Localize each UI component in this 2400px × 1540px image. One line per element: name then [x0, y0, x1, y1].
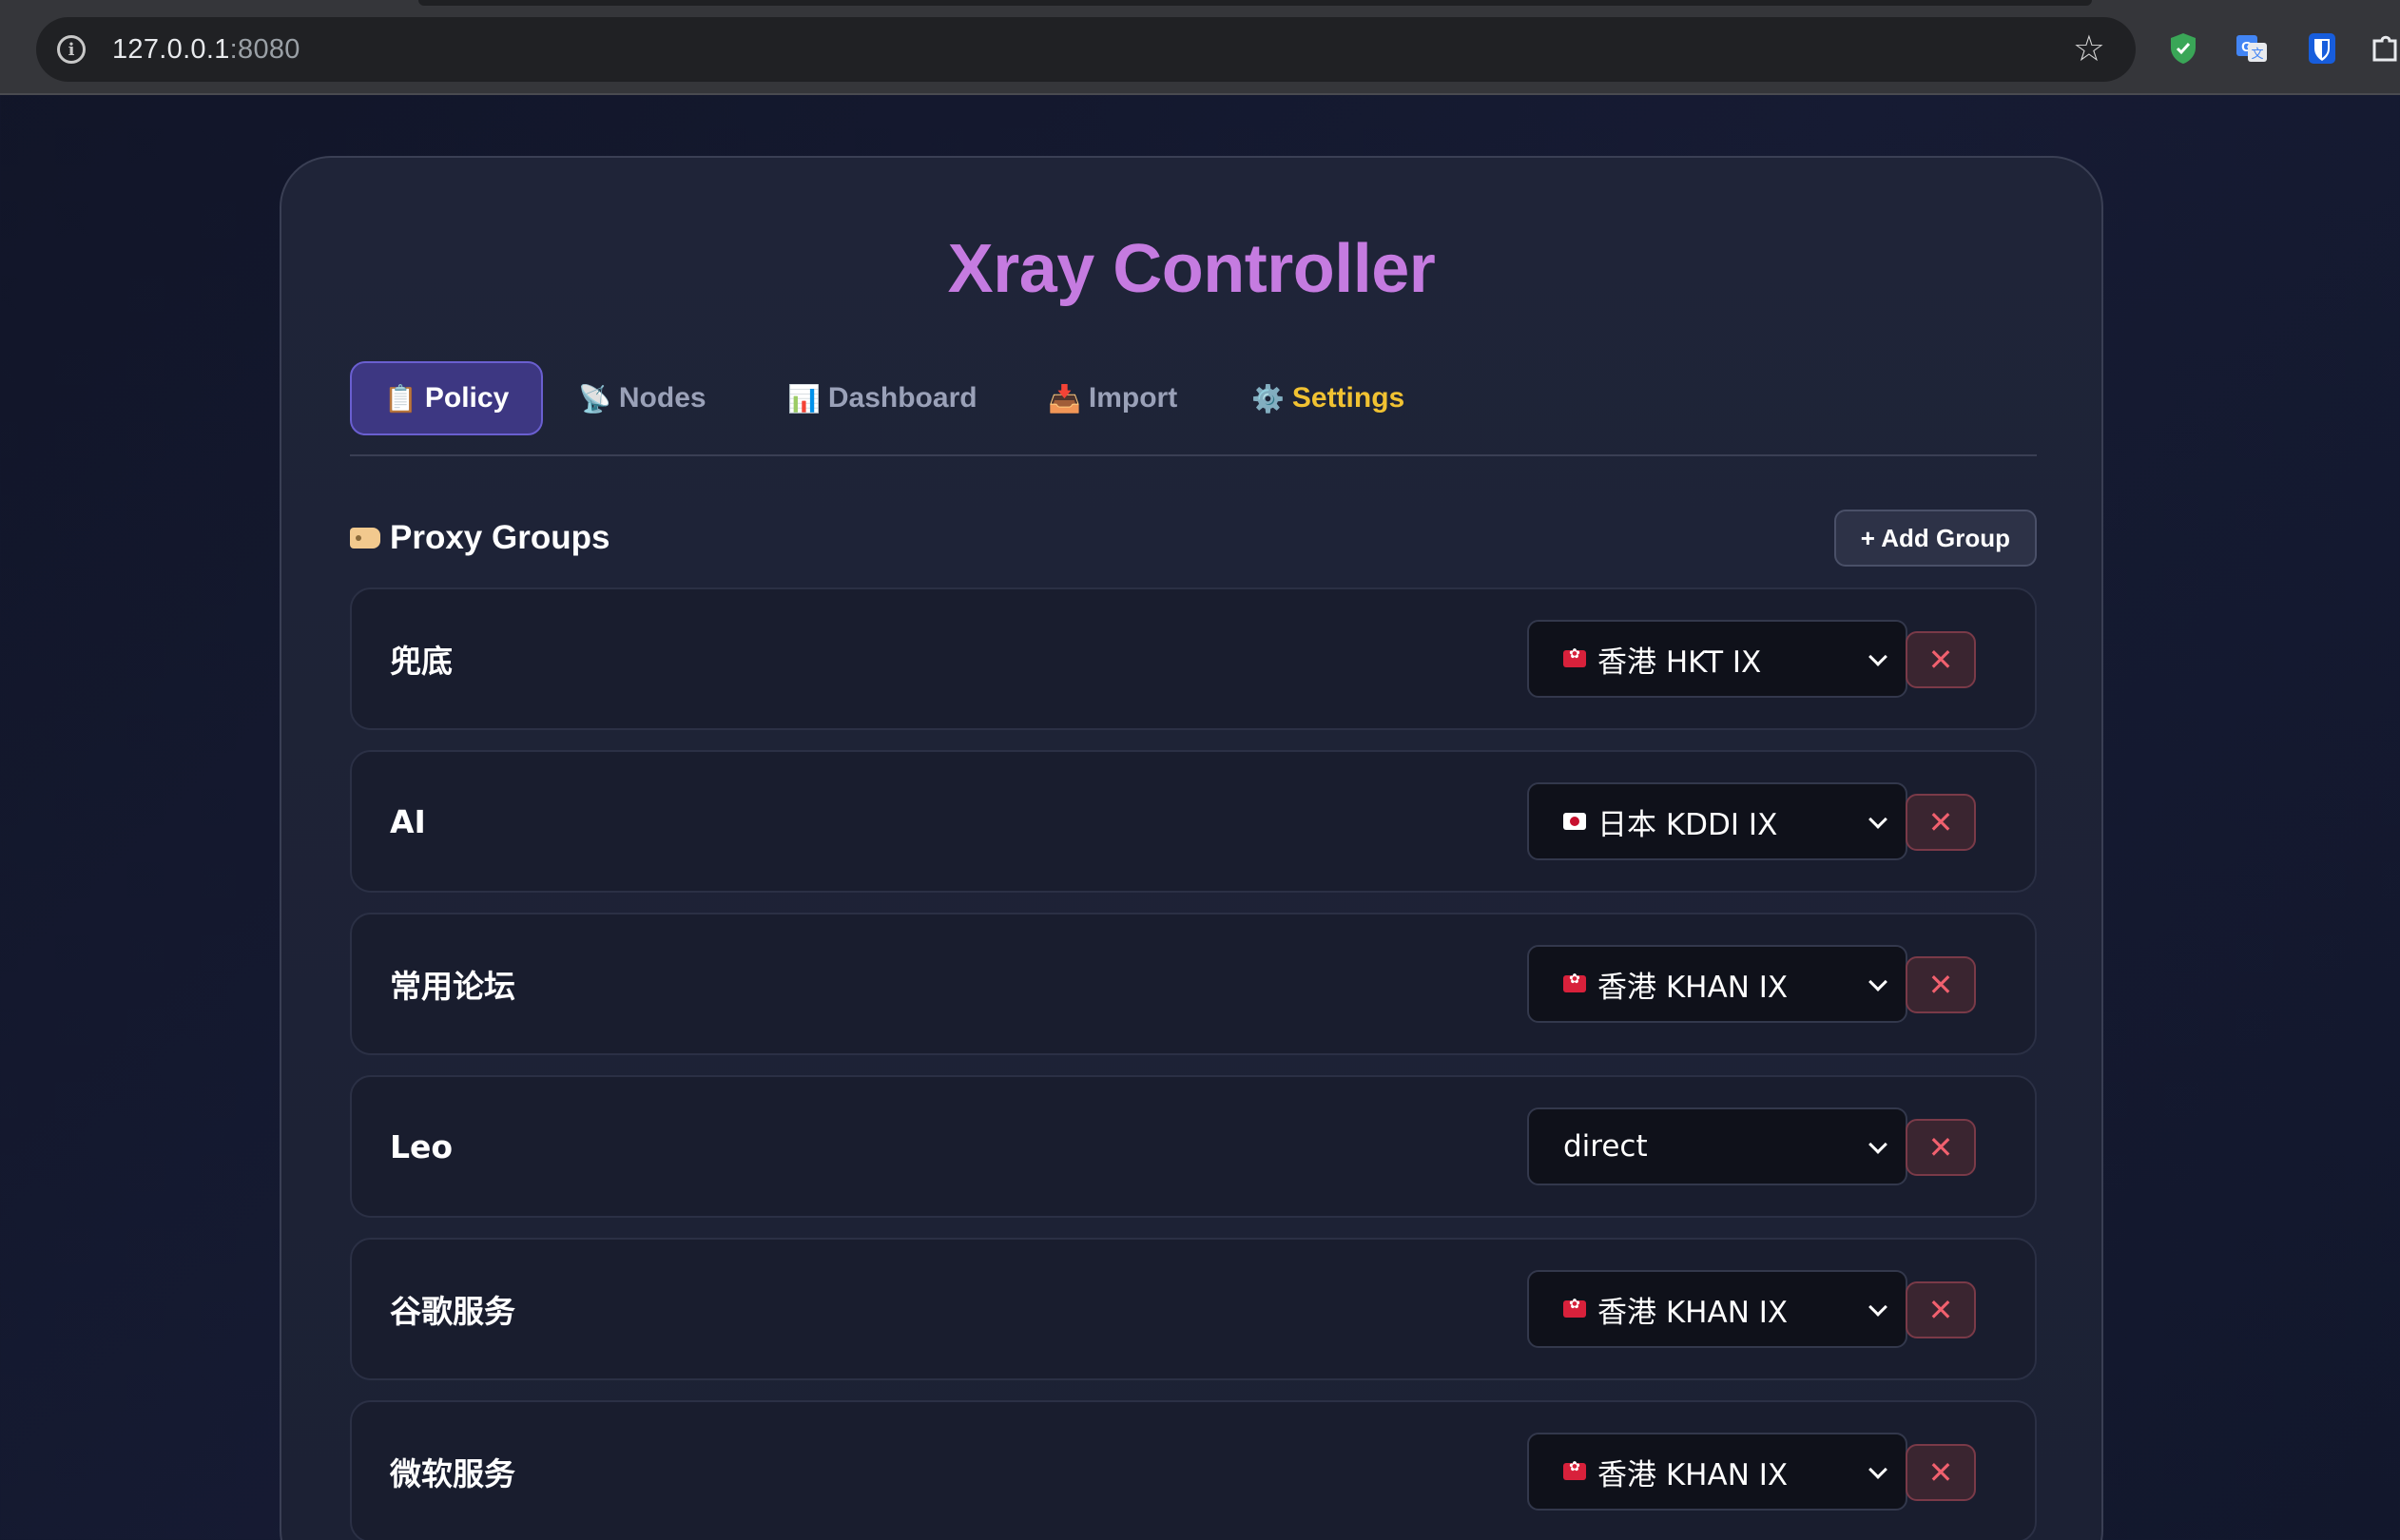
- section-title: Proxy Groups: [350, 510, 610, 567]
- chevron-down-icon: [1868, 1460, 1887, 1479]
- selected-option: 日本 KDDI IX: [1597, 807, 1778, 842]
- section-title-text: Proxy Groups: [390, 519, 610, 556]
- group-row: 兜底 香港 HKT IX ✕: [350, 587, 2037, 730]
- group-name: 兜底: [390, 643, 453, 680]
- delete-group-button[interactable]: ✕: [1906, 631, 1976, 688]
- url-text[interactable]: 127.0.0.1:8080: [112, 34, 300, 66]
- proxy-groups-header: Proxy Groups + Add Group: [350, 510, 2037, 567]
- tab-bar: 📋 Policy 📡 Nodes 📊 Dashboard 📥 Import ⚙️…: [350, 361, 2037, 456]
- browser-toolbar: i 127.0.0.1:8080 ☆ G文: [0, 0, 2400, 95]
- delete-group-button[interactable]: ✕: [1906, 1444, 1976, 1501]
- selected-option: 香港 KHAN IX: [1597, 1295, 1789, 1330]
- bitwarden-icon[interactable]: [2305, 30, 2339, 67]
- bookmark-star-icon[interactable]: ☆: [2073, 30, 2105, 68]
- tab-label: Policy: [424, 382, 510, 414]
- chevron-down-icon: [1868, 810, 1887, 829]
- selected-option: 香港 KHAN IX: [1597, 970, 1789, 1005]
- selected-option: direct: [1563, 1129, 1648, 1164]
- label-tag-icon: [350, 528, 380, 549]
- clipboard-icon: 📋: [384, 383, 417, 414]
- group-name: 常用论坛: [390, 968, 515, 1005]
- url-port: :8080: [229, 33, 300, 65]
- group-outbound-select[interactable]: 香港 KHAN IX: [1527, 945, 1907, 1023]
- tab-label: Settings: [1291, 382, 1405, 414]
- group-outbound-select[interactable]: 香港 KHAN IX: [1527, 1270, 1907, 1348]
- chevron-down-icon: [1868, 1135, 1887, 1154]
- chevron-down-icon: [1868, 1298, 1887, 1317]
- selected-option: 香港 KHAN IX: [1597, 1457, 1789, 1492]
- hong-kong-flag-icon: [1563, 1297, 1586, 1318]
- svg-text:文: 文: [2251, 48, 2263, 62]
- delete-group-button[interactable]: ✕: [1906, 1119, 1976, 1176]
- tab-settings[interactable]: ⚙️ Settings: [1251, 361, 1404, 435]
- address-bar[interactable]: i 127.0.0.1:8080 ☆: [36, 17, 2136, 82]
- tab-policy[interactable]: 📋 Policy: [350, 361, 544, 435]
- group-outbound-select[interactable]: 日本 KDDI IX: [1527, 782, 1907, 860]
- tab-label: Dashboard: [827, 382, 977, 414]
- google-translate-icon[interactable]: G文: [2235, 30, 2269, 67]
- tab-label: Import: [1088, 382, 1178, 414]
- delete-group-button[interactable]: ✕: [1906, 956, 1976, 1013]
- tab-dashboard[interactable]: 📊 Dashboard: [787, 361, 977, 435]
- group-row: Leo direct ✕: [350, 1075, 2037, 1218]
- group-name: AI: [390, 802, 426, 840]
- chevron-down-icon: [1868, 647, 1887, 666]
- group-outbound-select[interactable]: 香港 KHAN IX: [1527, 1433, 1907, 1511]
- group-name: 微软服务: [390, 1455, 515, 1492]
- hong-kong-flag-icon: [1563, 1459, 1586, 1480]
- group-name: 谷歌服务: [390, 1293, 515, 1330]
- group-row: 微软服务 香港 KHAN IX ✕: [350, 1400, 2037, 1540]
- group-row: 常用论坛 香港 KHAN IX ✕: [350, 913, 2037, 1055]
- browser-tab-edge: [418, 0, 2092, 6]
- app-title: Xray Controller: [947, 231, 1436, 307]
- delete-group-button[interactable]: ✕: [1906, 1281, 1976, 1338]
- tab-import[interactable]: 📥 Import: [1048, 361, 1177, 435]
- group-row: AI 日本 KDDI IX ✕: [350, 750, 2037, 893]
- group-outbound-select[interactable]: direct: [1527, 1107, 1907, 1185]
- hong-kong-flag-icon: [1563, 972, 1586, 992]
- gear-icon: ⚙️: [1251, 383, 1285, 414]
- chevron-down-icon: [1868, 972, 1887, 991]
- inbox-tray-icon: 📥: [1048, 383, 1081, 414]
- group-name: Leo: [390, 1127, 454, 1165]
- japan-flag-icon: [1563, 813, 1586, 830]
- tab-label: Nodes: [618, 382, 706, 414]
- group-outbound-select[interactable]: 香港 HKT IX: [1527, 620, 1907, 698]
- hong-kong-flag-icon: [1563, 646, 1586, 667]
- group-row: 谷歌服务 香港 KHAN IX ✕: [350, 1238, 2037, 1380]
- selected-option: 香港 HKT IX: [1597, 645, 1762, 680]
- satellite-antenna-icon: 📡: [578, 383, 611, 414]
- add-group-button[interactable]: + Add Group: [1833, 510, 2037, 567]
- shield-check-icon[interactable]: [2166, 30, 2200, 67]
- bar-chart-icon: 📊: [787, 383, 821, 414]
- extensions-puzzle-icon[interactable]: [2368, 30, 2400, 67]
- main-panel: Xray Controller 📋 Policy 📡 Nodes 📊 Dashb…: [280, 156, 2103, 1540]
- url-host: 127.0.0.1: [112, 33, 230, 65]
- delete-group-button[interactable]: ✕: [1906, 794, 1976, 851]
- group-list: 兜底 香港 HKT IX ✕ AI 日本 KDDI IX ✕ 常用论坛 香港 K…: [350, 587, 2037, 1540]
- site-info-icon[interactable]: i: [57, 35, 86, 64]
- tab-nodes[interactable]: 📡 Nodes: [578, 361, 706, 435]
